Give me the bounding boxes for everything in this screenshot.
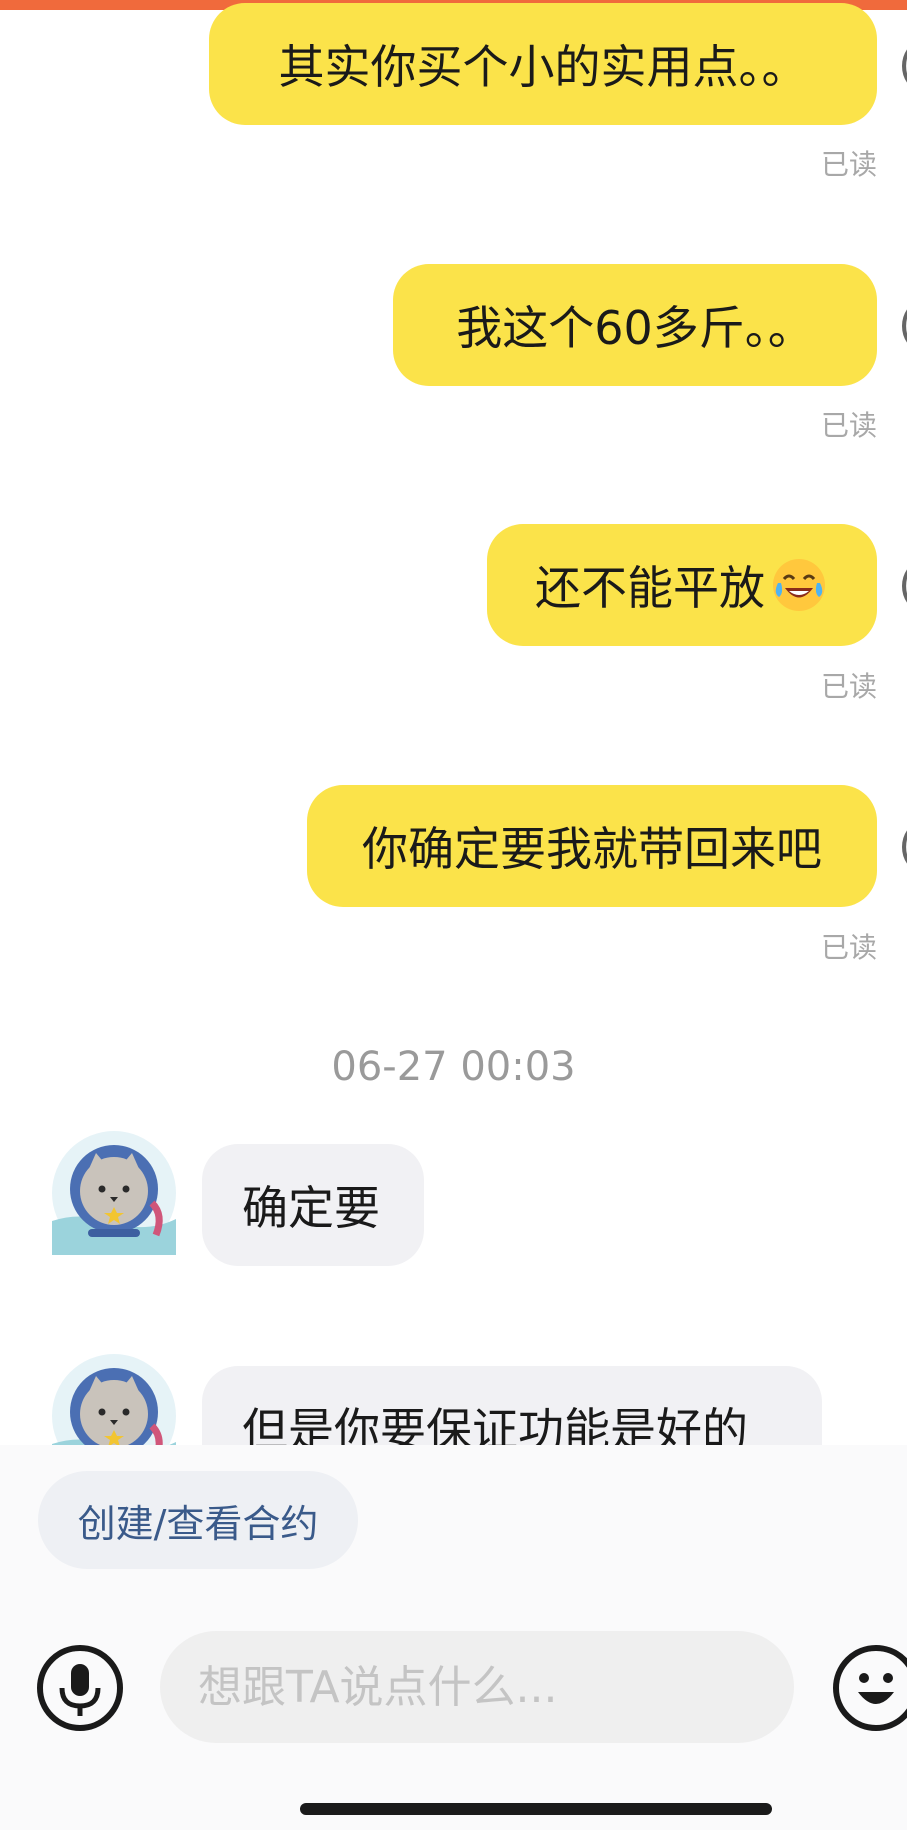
my-avatar[interactable] [902, 556, 907, 616]
message-text: 我这个60多斤。。 [456, 301, 814, 355]
read-status: 已读 [820, 148, 877, 181]
contact-avatar-icon[interactable] [52, 1354, 176, 1445]
emoji-icon[interactable] [832, 1644, 907, 1732]
my-avatar[interactable] [902, 817, 907, 877]
message-bubble-incoming[interactable]: 但是你要保证功能是好的 [202, 1366, 822, 1445]
my-avatar[interactable] [902, 36, 907, 96]
home-indicator[interactable] [300, 1803, 772, 1815]
message-text: 其实你买个小的实用点。。 [278, 40, 808, 94]
chat-area[interactable]: 其实你买个小的实用点。。 已读 我这个60多斤。。 已读 还不能平放 已读 你确… [0, 0, 907, 1445]
read-status: 已读 [820, 931, 877, 964]
bottom-panel: 创建/查看合约 [0, 1445, 907, 1830]
message-text: 但是你要保证功能是好的 [242, 1403, 748, 1445]
my-avatar[interactable] [902, 296, 907, 356]
microphone-icon[interactable] [36, 1644, 124, 1732]
message-bubble-outgoing[interactable]: 其实你买个小的实用点。。 [209, 3, 877, 125]
read-status: 已读 [820, 409, 877, 442]
message-bubble-outgoing[interactable]: 还不能平放 [487, 524, 877, 646]
read-status: 已读 [820, 670, 877, 703]
message-text: 确定要 [242, 1181, 380, 1235]
create-view-contract-button[interactable]: 创建/查看合约 [38, 1471, 358, 1569]
message-bubble-outgoing[interactable]: 我这个60多斤。。 [393, 264, 877, 386]
message-bubble-incoming[interactable]: 确定要 [202, 1144, 424, 1266]
message-bubble-outgoing[interactable]: 你确定要我就带回来吧 [307, 785, 877, 907]
contact-avatar-icon[interactable] [52, 1131, 176, 1255]
message-timestamp: 06-27 00:03 [331, 1044, 576, 1090]
message-input[interactable] [160, 1631, 794, 1743]
message-text: 你确定要我就带回来吧 [362, 822, 822, 876]
message-text: 还不能平放 [535, 561, 765, 615]
tears-of-joy-emoji-icon [773, 559, 825, 611]
